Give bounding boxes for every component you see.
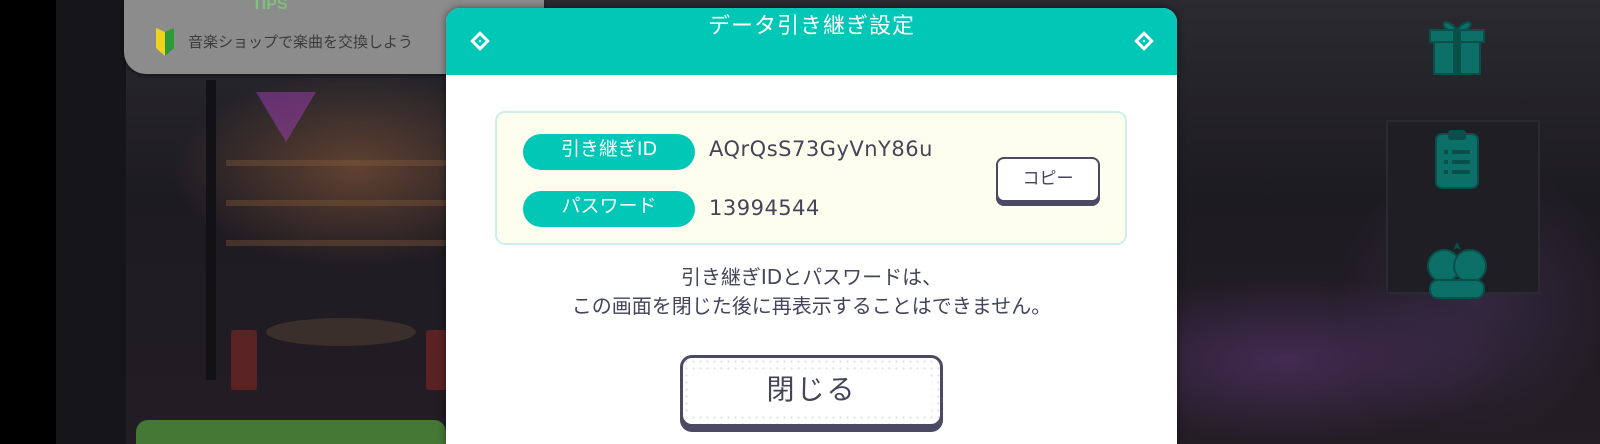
transfer-id-label: 引き継ぎID [523, 134, 695, 170]
mission-clipboard-icon[interactable] [1424, 126, 1490, 192]
close-button-label: 閉じる [766, 373, 857, 406]
tips-tag: TIPS [252, 0, 288, 13]
gift-icon[interactable] [1424, 12, 1490, 78]
bottom-green-button[interactable] [136, 420, 446, 444]
notice-line-2: この画面を閉じた後に再表示することはできません。 [571, 294, 1052, 318]
notice-text: 引き継ぎIDとパスワードは、 この画面を閉じた後に再表示することはできません。 [446, 263, 1177, 321]
password-label: パスワード [523, 191, 695, 227]
transfer-info-box: 引き継ぎID AQrQsS73GyVnY86u パスワード 13994544 コ… [495, 111, 1127, 245]
notice-line-1: 引き継ぎIDとパスワードは、 [680, 265, 943, 289]
password-value: 13994544 [709, 196, 820, 220]
data-transfer-dialog: データ引き継ぎ設定 引き継ぎID AQrQsS73GyVnY86u パスワード … [446, 8, 1177, 444]
transfer-id-value: AQrQsS73GyVnY86u [709, 137, 933, 161]
copy-button[interactable]: コピー [996, 157, 1100, 202]
dialog-title: データ引き継ぎ設定 [707, 14, 915, 39]
friends-icon[interactable] [1424, 236, 1490, 302]
dialog-header: データ引き継ぎ設定 [446, 8, 1177, 75]
close-button[interactable]: 閉じる [680, 355, 943, 427]
beginner-mark-icon [156, 28, 174, 56]
